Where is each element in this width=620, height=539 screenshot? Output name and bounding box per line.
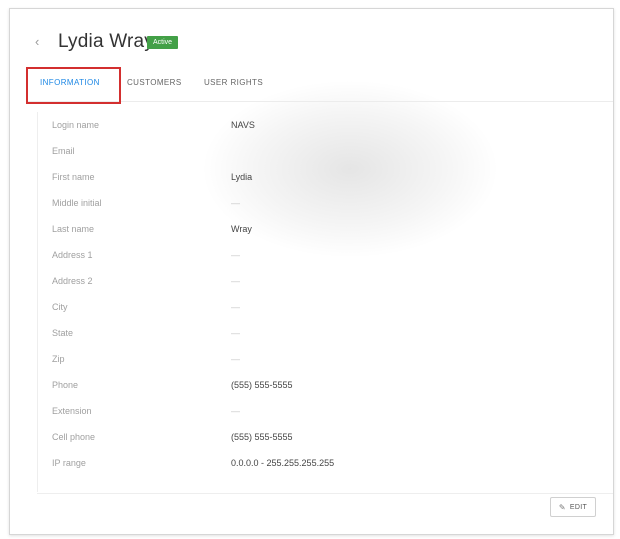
field-label: Extension <box>52 406 92 416</box>
field-label: Cell phone <box>52 432 96 442</box>
edit-button[interactable]: ✎ EDIT <box>550 497 596 517</box>
information-panel: Login name NAVS Email First name Lydia M… <box>37 112 613 492</box>
field-row-address-2: Address 2 — <box>38 268 613 294</box>
field-value: — <box>231 250 240 260</box>
field-row-zip: Zip — <box>38 346 613 372</box>
field-value: — <box>231 328 240 338</box>
active-tab-highlight <box>26 67 121 104</box>
field-label: State <box>52 328 74 338</box>
field-row-email: Email <box>38 138 613 164</box>
footer-divider <box>37 493 613 494</box>
field-row-first-name: First name Lydia <box>38 164 613 190</box>
pencil-icon: ✎ <box>558 502 566 512</box>
field-value: (555) 555-5555 <box>231 380 293 390</box>
field-label: Email <box>52 146 75 156</box>
field-row-phone: Phone (555) 555-5555 <box>38 372 613 398</box>
status-badge: Active <box>147 36 179 49</box>
field-row-last-name: Last name Wray <box>38 216 613 242</box>
field-value: — <box>231 354 240 364</box>
field-label: Address 1 <box>52 250 93 260</box>
field-label: Login name <box>52 120 100 130</box>
field-label: Middle initial <box>52 198 102 208</box>
field-row-address-1: Address 1 — <box>38 242 613 268</box>
field-label: IP range <box>52 458 86 468</box>
field-row-state: State — <box>38 320 613 346</box>
page-header: ‹ Lydia Wray Active <box>10 9 613 64</box>
tab-customers[interactable]: CUSTOMERS <box>127 78 182 87</box>
field-row-login-name: Login name NAVS <box>38 112 613 138</box>
field-value: Lydia <box>231 172 253 182</box>
field-value: 0.0.0.0 - 255.255.255.255 <box>231 458 335 468</box>
field-value: — <box>231 406 240 416</box>
edit-button-label: EDIT <box>569 503 588 511</box>
field-value: NAVS <box>231 120 255 130</box>
field-label: City <box>52 302 68 312</box>
field-row-extension: Extension — <box>38 398 613 424</box>
tab-user-rights[interactable]: USER RIGHTS <box>204 78 263 87</box>
field-row-cell-phone: Cell phone (555) 555-5555 <box>38 424 613 450</box>
chevron-left-icon[interactable]: ‹ <box>35 35 45 49</box>
field-label: Last name <box>52 224 95 234</box>
field-label: Zip <box>52 354 65 364</box>
field-label: Phone <box>52 380 79 390</box>
field-row-middle-initial: Middle initial — <box>38 190 613 216</box>
field-value: — <box>231 302 240 312</box>
field-label: Address 2 <box>52 276 93 286</box>
user-detail-card: ‹ Lydia Wray Active INFORMATION CUSTOMER… <box>9 8 614 535</box>
field-label: First name <box>52 172 95 182</box>
field-value: (555) 555-5555 <box>231 432 293 442</box>
page-title: Lydia Wray <box>58 31 154 52</box>
field-row-city: City — <box>38 294 613 320</box>
field-value: Wray <box>231 224 252 234</box>
field-value: — <box>231 276 240 286</box>
field-value: — <box>231 198 240 208</box>
field-row-ip-range: IP range 0.0.0.0 - 255.255.255.255 <box>38 450 613 476</box>
